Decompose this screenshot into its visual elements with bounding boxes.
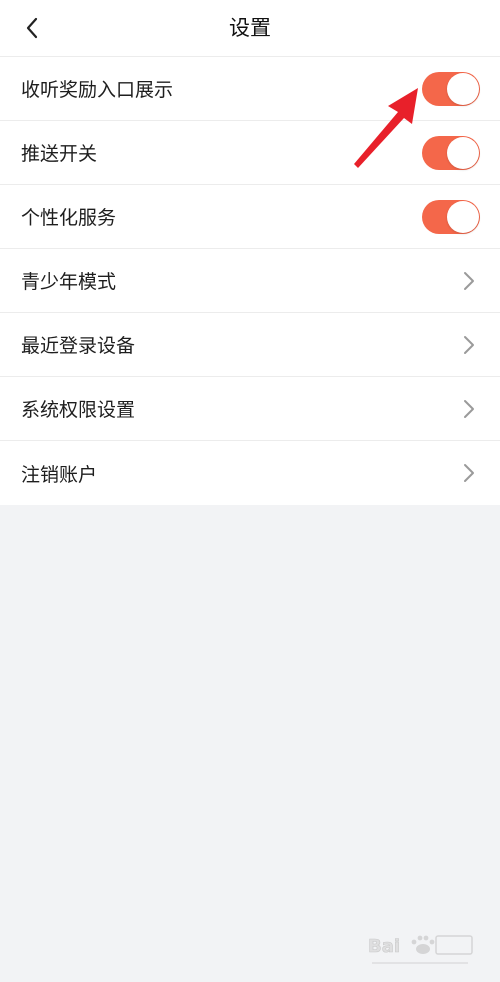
setting-label: 最近登录设备 (21, 335, 136, 357)
setting-row-teen-mode[interactable]: 青少年模式 (0, 249, 500, 313)
toggle-knob (447, 136, 479, 169)
chevron-right-icon (464, 464, 474, 482)
listen-reward-toggle[interactable] (422, 71, 480, 106)
personalized-toggle[interactable] (422, 199, 480, 234)
page-title: 设置 (229, 16, 271, 40)
setting-row-recent-devices[interactable]: 最近登录设备 (0, 313, 500, 377)
setting-label: 青少年模式 (21, 271, 117, 293)
chevron-right-icon (464, 271, 474, 290)
setting-label: 个性化服务 (21, 207, 117, 229)
chevron-right-icon (464, 399, 474, 418)
baidu-jingyan-watermark-icon: Bai (368, 935, 473, 964)
annotation-arrow-icon (354, 88, 418, 168)
top-bar: 设置 (0, 0, 500, 57)
push-toggle[interactable] (422, 135, 480, 170)
setting-label: 系统权限设置 (21, 399, 136, 421)
setting-label: 收听奖励入口展示 (21, 79, 174, 101)
toggle-knob (447, 200, 479, 233)
setting-row-personalized[interactable]: 个性化服务 (0, 185, 500, 249)
toggle-knob (447, 72, 479, 105)
setting-row-delete-account[interactable]: 注销账户 (0, 441, 500, 505)
setting-label: 推送开关 (21, 143, 98, 165)
setting-row-permissions[interactable]: 系统权限设置 (0, 377, 500, 441)
setting-label: 注销账户 (21, 463, 98, 486)
svg-text:Bai: Bai (368, 936, 400, 957)
chevron-right-icon (464, 335, 474, 354)
